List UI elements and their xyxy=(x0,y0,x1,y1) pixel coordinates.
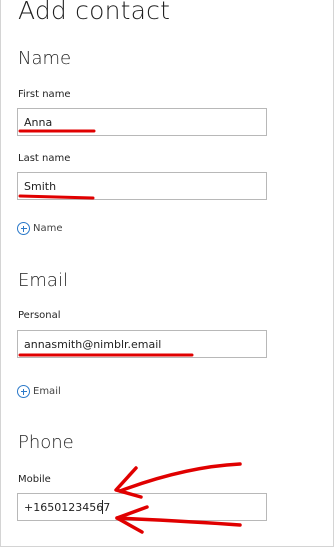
mobile-phone-label: Mobile xyxy=(18,474,51,485)
personal-email-field[interactable] xyxy=(17,330,267,358)
plus-circle-icon xyxy=(17,385,30,398)
phone-section-title: Phone xyxy=(18,432,74,453)
first-name-label: First name xyxy=(18,89,71,100)
page-title: Add contact xyxy=(18,0,171,25)
name-section-title: Name xyxy=(18,48,72,69)
plus-circle-icon xyxy=(17,222,30,235)
last-name-label: Last name xyxy=(18,153,71,164)
email-section-title: Email xyxy=(18,270,68,291)
add-name-label: Name xyxy=(33,223,63,234)
mobile-phone-field[interactable] xyxy=(17,493,267,521)
add-name-button[interactable]: Name xyxy=(17,222,63,235)
first-name-field[interactable] xyxy=(17,108,267,136)
text-caret xyxy=(102,500,103,514)
add-email-label: Email xyxy=(33,386,61,397)
add-email-button[interactable]: Email xyxy=(17,385,61,398)
personal-email-label: Personal xyxy=(18,310,61,321)
add-contact-panel: Add contact Name First name Last name Na… xyxy=(0,0,334,547)
last-name-field[interactable] xyxy=(17,172,267,200)
